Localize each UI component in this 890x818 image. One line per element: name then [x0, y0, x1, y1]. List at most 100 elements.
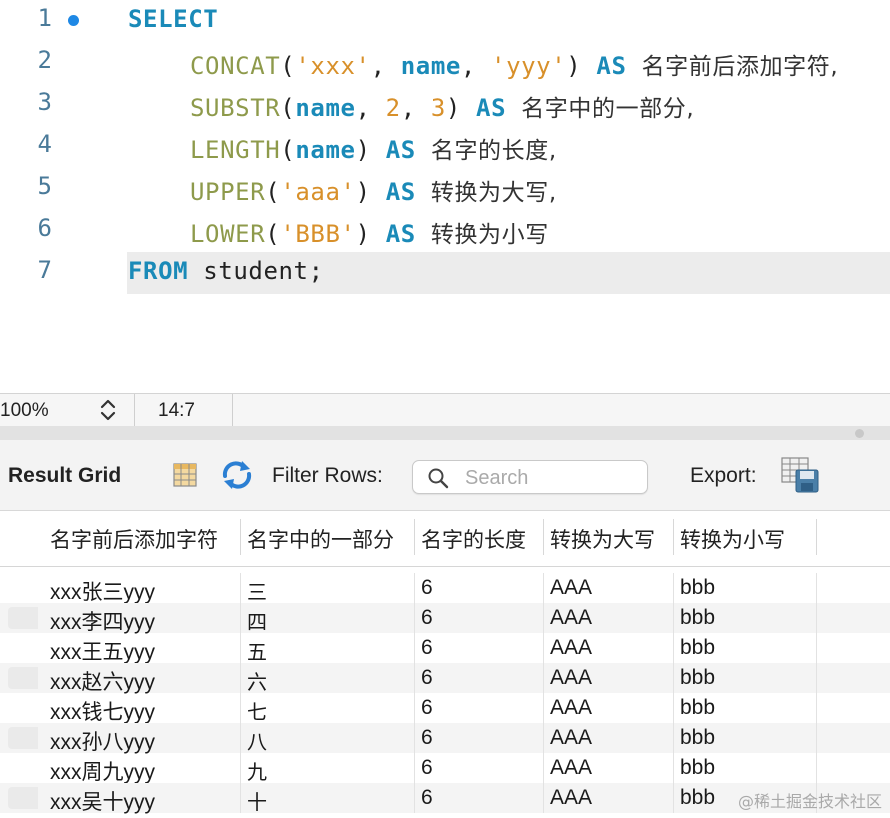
table-cell[interactable]: 6 [421, 786, 433, 810]
code-line-2[interactable]: 2 CONCAT('xxx', name, 'yyy') AS 名字前后添加字符… [0, 42, 890, 84]
table-cell[interactable]: 八 [247, 726, 267, 755]
table-cell[interactable]: 6 [421, 606, 433, 630]
table-cell[interactable]: 6 [421, 696, 433, 720]
table-cell[interactable]: 九 [247, 756, 267, 785]
row-selector[interactable] [0, 753, 38, 783]
table-cell[interactable]: AAA [550, 696, 592, 720]
row-selector[interactable] [0, 783, 38, 813]
cell-divider [673, 573, 674, 603]
column-divider[interactable] [673, 519, 674, 555]
row-selector[interactable] [0, 723, 38, 753]
row-selector[interactable] [0, 603, 38, 633]
table-cell[interactable]: 三 [247, 576, 267, 605]
row-selector[interactable] [0, 573, 38, 603]
column-header[interactable]: 名字中的一部分 [247, 524, 394, 554]
table-cell[interactable]: 六 [247, 666, 267, 695]
result-grid-tab[interactable]: Result Grid [8, 464, 121, 488]
column-divider[interactable] [414, 519, 415, 555]
table-cell[interactable]: xxx赵六yyy [50, 666, 155, 696]
table-cell[interactable]: 6 [421, 666, 433, 690]
table-cell[interactable]: AAA [550, 726, 592, 750]
table-cell[interactable]: xxx李四yyy [50, 606, 155, 636]
row-selector-cap [8, 787, 38, 809]
table-cell[interactable]: 6 [421, 576, 433, 600]
table-cell[interactable]: xxx吴十yyy [50, 786, 155, 816]
table-cell[interactable]: bbb [680, 576, 715, 600]
result-grid[interactable]: 名字前后添加字符 名字中的一部分 名字的长度 转换为大写 转换为小写 xxx张三… [0, 511, 890, 818]
zoom-level[interactable]: 100% [0, 400, 49, 422]
table-cell[interactable]: bbb [680, 636, 715, 660]
table-row[interactable]: xxx钱七yyy 七 6 AAA bbb [0, 693, 890, 726]
export-icon[interactable] [780, 456, 820, 494]
table-row[interactable]: xxx周九yyy 九 6 AAA bbb [0, 753, 890, 786]
code-text: SELECT [128, 5, 218, 33]
column-header[interactable]: 名字的长度 [421, 524, 526, 554]
column-name: name [295, 94, 356, 122]
table-cell[interactable]: xxx王五yyy [50, 636, 155, 666]
table-cell[interactable]: 6 [421, 636, 433, 660]
table-cell[interactable]: bbb [680, 756, 715, 780]
table-cell[interactable]: AAA [550, 576, 592, 600]
cell-divider [543, 663, 544, 693]
comma: , [400, 94, 431, 122]
keyword-as: AS [476, 94, 507, 122]
table-cell[interactable]: AAA [550, 756, 592, 780]
table-row[interactable]: xxx李四yyy 四 6 AAA bbb [0, 603, 890, 636]
row-selector[interactable] [0, 663, 38, 693]
code-line-1[interactable]: 1 SELECT [0, 0, 890, 42]
table-cell[interactable]: AAA [550, 606, 592, 630]
table-cell[interactable]: bbb [680, 666, 715, 690]
row-selector-cap [8, 667, 38, 689]
code-line-6[interactable]: 6 LOWER('BBB') AS 转换为小写 [0, 210, 890, 252]
search-field[interactable] [412, 460, 648, 494]
code-line-4[interactable]: 4 LENGTH(name) AS 名字的长度, [0, 126, 890, 168]
table-cell[interactable]: AAA [550, 666, 592, 690]
code-line-3[interactable]: 3 SUBSTR(name, 2, 3) AS 名字中的一部分, [0, 84, 890, 126]
splitter-handle-icon[interactable] [855, 429, 864, 438]
search-input[interactable] [463, 464, 637, 492]
cell-divider [240, 723, 241, 753]
row-selector[interactable] [0, 633, 38, 663]
table-cell[interactable]: xxx孙八yyy [50, 726, 155, 756]
cell-divider [673, 603, 674, 633]
export-label: Export: [690, 464, 757, 487]
column-header[interactable]: 转换为大写 [550, 524, 655, 554]
table-cell[interactable]: 十 [247, 786, 267, 815]
table-row[interactable]: xxx张三yyy 三 6 AAA bbb [0, 573, 890, 606]
table-cell[interactable]: 6 [421, 726, 433, 750]
table-cell[interactable]: 四 [247, 606, 267, 635]
table-row[interactable]: xxx孙八yyy 八 6 AAA bbb [0, 723, 890, 756]
table-cell[interactable]: bbb [680, 786, 715, 810]
table-cell[interactable]: bbb [680, 726, 715, 750]
table-cell[interactable]: 五 [247, 636, 267, 665]
table-cell[interactable]: 七 [247, 696, 267, 725]
table-cell[interactable]: xxx钱七yyy [50, 696, 155, 726]
column-header[interactable]: 转换为小写 [680, 524, 785, 554]
table-cell[interactable]: xxx周九yyy [50, 756, 155, 786]
cell-divider [240, 603, 241, 633]
table-cell[interactable]: bbb [680, 606, 715, 630]
table-row[interactable]: xxx赵六yyy 六 6 AAA bbb [0, 663, 890, 696]
column-divider[interactable] [543, 519, 544, 555]
column-header[interactable]: 名字前后添加字符 [50, 524, 218, 554]
code-line-7[interactable]: 7 FROM student; [0, 252, 890, 294]
table-row[interactable]: xxx王五yyy 五 6 AAA bbb [0, 633, 890, 666]
zoom-stepper-icon[interactable] [98, 397, 118, 423]
grid-layout-icon[interactable] [172, 462, 198, 488]
table-cell[interactable]: xxx张三yyy [50, 576, 155, 606]
table-cell[interactable]: AAA [550, 636, 592, 660]
refresh-icon[interactable] [220, 460, 254, 490]
code-line-5[interactable]: 5 UPPER('aaa') AS 转换为大写, [0, 168, 890, 210]
column-divider[interactable] [816, 519, 817, 555]
table-cell[interactable]: AAA [550, 786, 592, 810]
cell-divider [543, 783, 544, 813]
breakpoint-dot-icon[interactable] [68, 15, 79, 26]
cell-divider [673, 633, 674, 663]
sql-editor[interactable]: 1 SELECT 2 CONCAT('xxx', name, 'yyy') AS… [0, 0, 890, 392]
row-selector[interactable] [0, 693, 38, 723]
table-cell[interactable]: bbb [680, 696, 715, 720]
panel-splitter[interactable] [0, 426, 890, 440]
table-cell[interactable]: 6 [421, 756, 433, 780]
column-divider[interactable] [240, 519, 241, 555]
code-text: LENGTH(name) AS 名字的长度, [190, 131, 557, 165]
